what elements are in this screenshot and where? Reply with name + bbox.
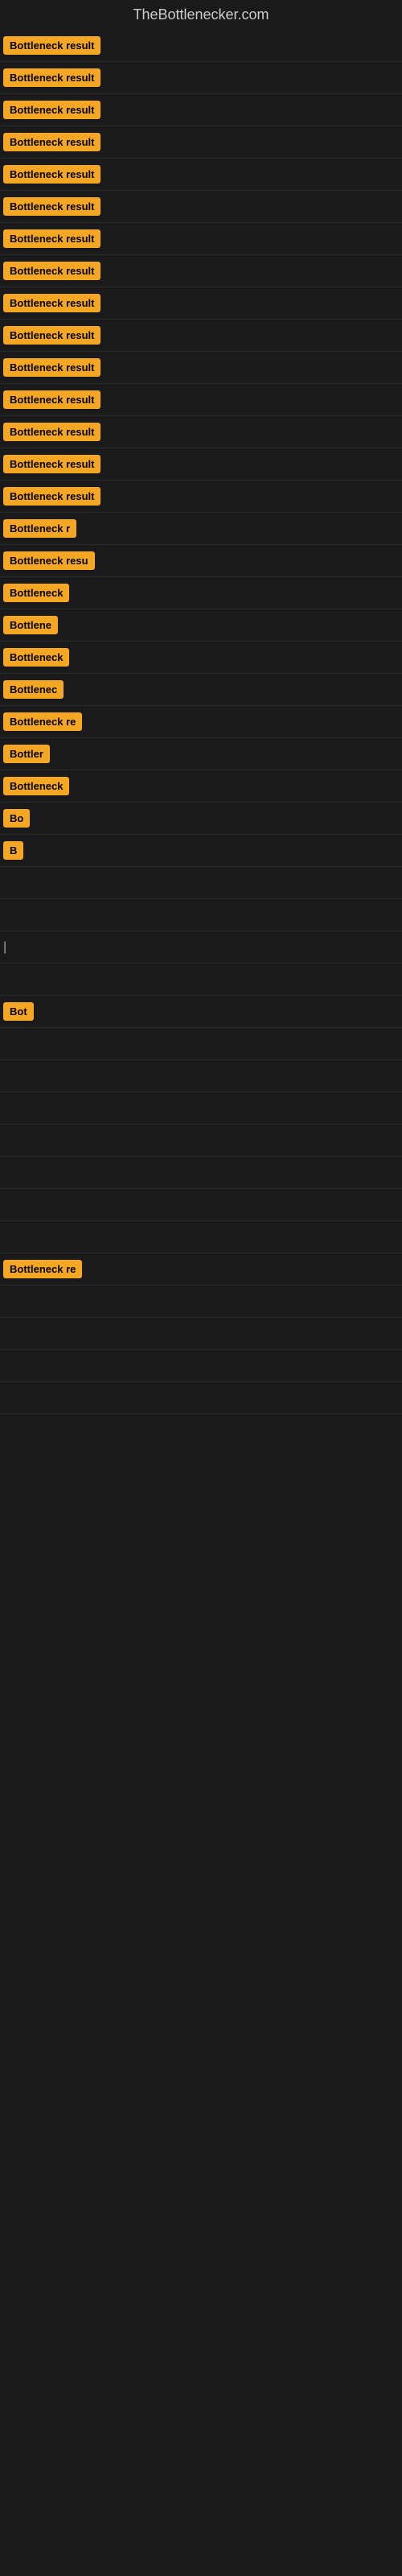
result-row: Bottlenec (0, 674, 402, 706)
title-text: TheBottlenecker.com (133, 6, 269, 23)
bottleneck-badge[interactable]: Bottleneck result (3, 165, 100, 184)
result-row: Bottleneck r (0, 513, 402, 545)
bottleneck-badge[interactable]: Bottleneck (3, 648, 69, 667)
site-title: TheBottlenecker.com (0, 0, 402, 30)
bottleneck-badge[interactable]: Bo (3, 809, 30, 828)
bottleneck-badge[interactable]: Bottleneck result (3, 358, 100, 377)
result-row: Bottleneck result (0, 416, 402, 448)
result-row: | (0, 931, 402, 964)
result-row (0, 1092, 402, 1125)
bottleneck-badge[interactable]: Bottleneck re (3, 1260, 82, 1278)
result-row (0, 1028, 402, 1060)
result-row: Bottleneck result (0, 255, 402, 287)
result-row: Bottleneck result (0, 126, 402, 159)
result-row: Bottleneck re (0, 706, 402, 738)
result-row: Bottleneck (0, 642, 402, 674)
bottleneck-badge[interactable]: Bottleneck result (3, 68, 100, 87)
bottleneck-badge[interactable]: Bottleneck result (3, 101, 100, 119)
bottleneck-badge[interactable]: Bottleneck result (3, 326, 100, 345)
result-row: Bottleneck result (0, 287, 402, 320)
result-row (0, 1350, 402, 1382)
cursor-indicator: | (3, 940, 6, 955)
result-row: Bottleneck result (0, 352, 402, 384)
bottleneck-badge[interactable]: Bot (3, 1002, 34, 1021)
result-row: Bottleneck result (0, 159, 402, 191)
bottleneck-badge[interactable]: Bottleneck result (3, 390, 100, 409)
result-row: Bottleneck result (0, 223, 402, 255)
result-row: Bottleneck resu (0, 545, 402, 577)
bottleneck-badge[interactable]: Bottleneck (3, 777, 69, 795)
result-row (0, 1382, 402, 1414)
result-row: Bottleneck re (0, 1253, 402, 1286)
bottleneck-badge[interactable]: Bottleneck result (3, 455, 100, 473)
result-row: Bottleneck result (0, 62, 402, 94)
result-row (0, 1318, 402, 1350)
bottleneck-badge[interactable]: Bottlene (3, 616, 58, 634)
results-container: Bottleneck result Bottleneck result Bottle… (0, 30, 402, 1414)
bottleneck-badge[interactable]: Bottleneck result (3, 133, 100, 151)
result-row (0, 1221, 402, 1253)
result-row (0, 1060, 402, 1092)
result-row: Bo (0, 803, 402, 835)
bottleneck-badge[interactable]: Bottleneck (3, 584, 69, 602)
result-row (0, 1125, 402, 1157)
result-row: Bottleneck result (0, 191, 402, 223)
result-row: Bottleneck (0, 770, 402, 803)
result-row: Bottleneck (0, 577, 402, 609)
bottleneck-badge[interactable]: B (3, 841, 23, 860)
bottleneck-badge[interactable]: Bottleneck result (3, 423, 100, 441)
result-row: Bottleneck result (0, 384, 402, 416)
result-row (0, 1286, 402, 1318)
result-row (0, 964, 402, 996)
result-row: Bottleneck result (0, 30, 402, 62)
bottleneck-badge[interactable]: Bottleneck r (3, 519, 76, 538)
bottleneck-badge[interactable]: Bottlenec (3, 680, 64, 699)
result-row: Bottler (0, 738, 402, 770)
result-row: B (0, 835, 402, 867)
result-row: Bottleneck result (0, 448, 402, 481)
result-row: Bottleneck result (0, 94, 402, 126)
bottleneck-badge[interactable]: Bottleneck result (3, 487, 100, 506)
result-row (0, 1189, 402, 1221)
bottleneck-badge[interactable]: Bottleneck re (3, 712, 82, 731)
bottleneck-badge[interactable]: Bottler (3, 745, 50, 763)
result-row (0, 867, 402, 899)
bottleneck-badge[interactable]: Bottleneck result (3, 262, 100, 280)
bottleneck-badge[interactable]: Bottleneck resu (3, 551, 95, 570)
result-row (0, 1157, 402, 1189)
result-row (0, 899, 402, 931)
result-row: Bottleneck result (0, 481, 402, 513)
result-row: Bottlene (0, 609, 402, 642)
result-row: Bot (0, 996, 402, 1028)
bottleneck-badge[interactable]: Bottleneck result (3, 197, 100, 216)
bottleneck-badge[interactable]: Bottleneck result (3, 229, 100, 248)
result-row: Bottleneck result (0, 320, 402, 352)
bottleneck-badge[interactable]: Bottleneck result (3, 294, 100, 312)
bottleneck-badge[interactable]: Bottleneck result (3, 36, 100, 55)
